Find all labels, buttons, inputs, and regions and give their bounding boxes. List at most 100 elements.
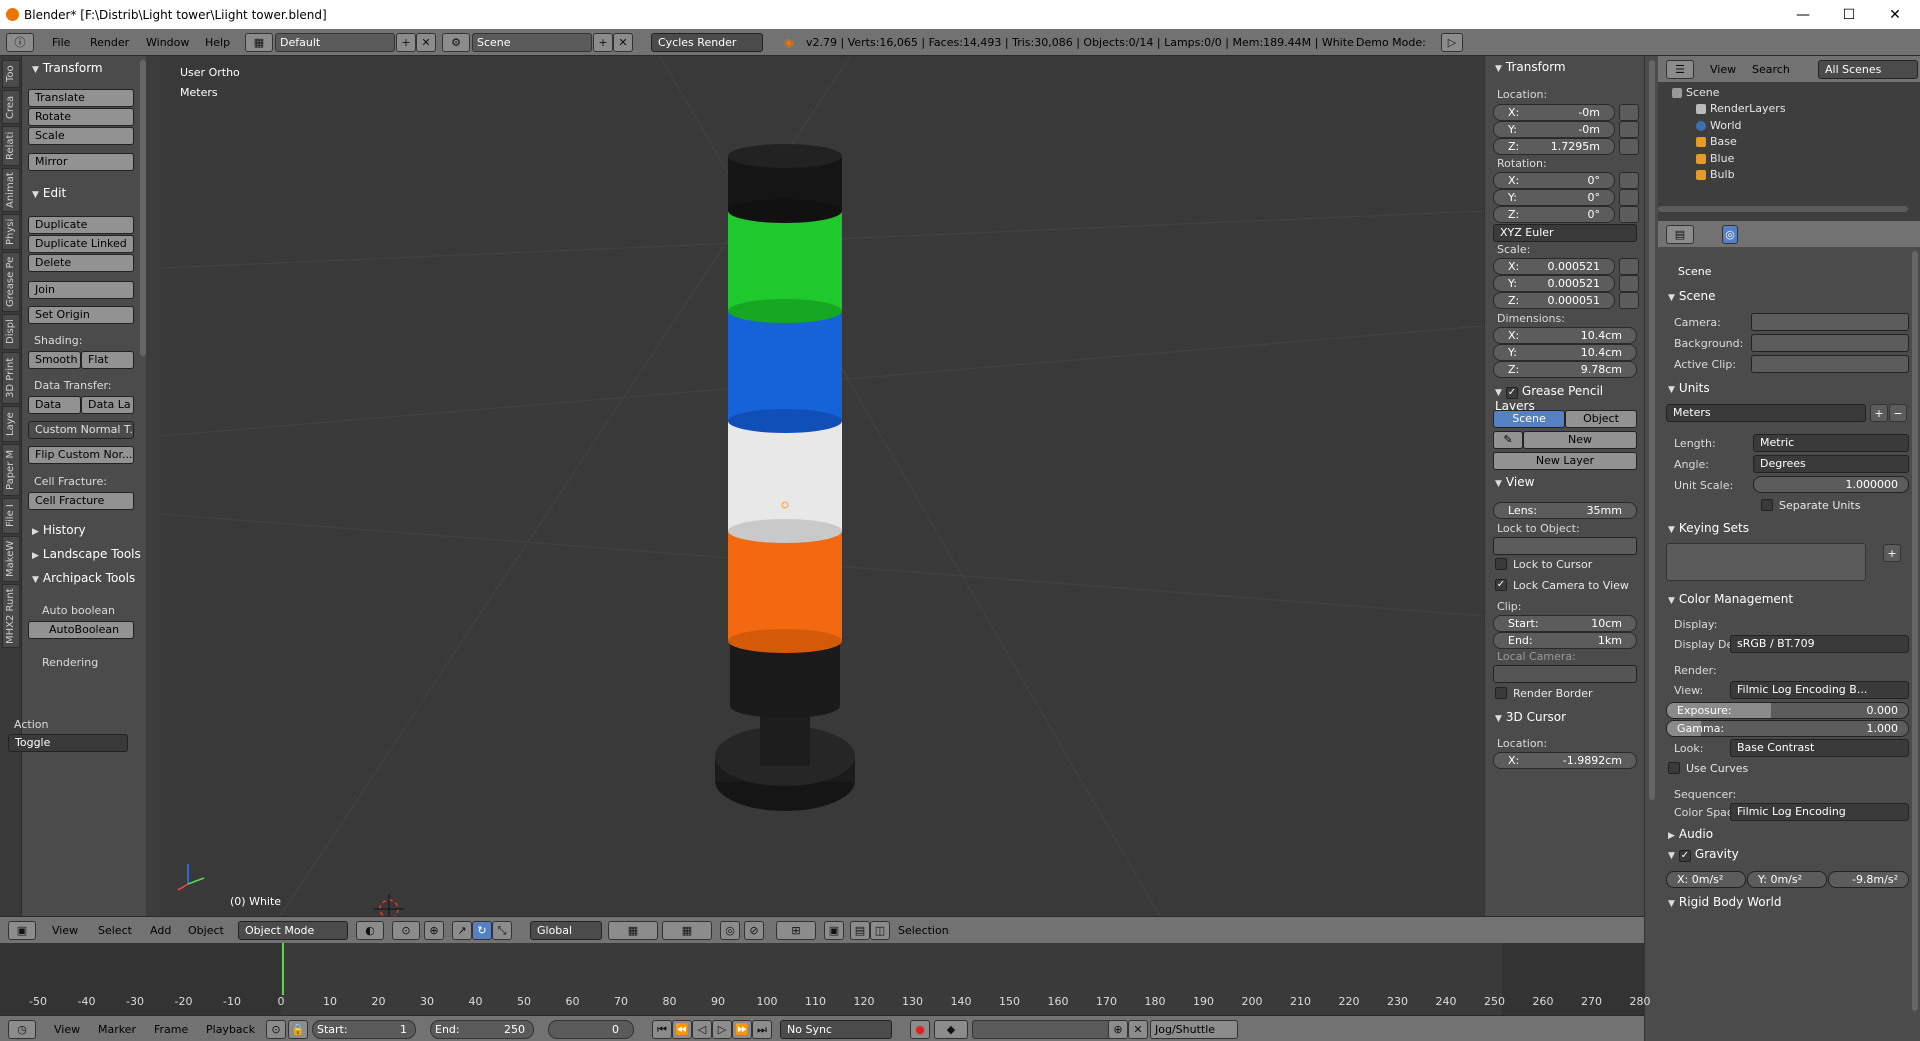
play-forward-icon[interactable]: ▷ xyxy=(712,1020,732,1039)
transform-panel-header[interactable]: ▼ Transform xyxy=(22,58,146,78)
gamma-slider[interactable]: Gamma: 1.000 xyxy=(1666,720,1909,737)
scene-name-field[interactable]: Scene xyxy=(472,33,592,52)
layout-grid-icon[interactable]: ▦ xyxy=(245,33,273,52)
lock-object-field[interactable] xyxy=(1493,537,1637,555)
snap-toggle-icon[interactable]: ⊘ xyxy=(744,921,764,940)
n-3d-cursor-header[interactable]: ▼ 3D Cursor xyxy=(1485,710,1645,724)
jog-shuttle-button[interactable]: Jog/Shuttle xyxy=(1150,1020,1238,1039)
view-transform-select[interactable]: Filmic Log Encoding B... xyxy=(1730,681,1909,699)
pivot-point-icon[interactable]: ⊙ xyxy=(392,921,420,940)
gravity-panel-header[interactable]: ▼ ✓ Gravity xyxy=(1668,847,1739,862)
angle-select[interactable]: Degrees xyxy=(1753,455,1909,473)
render-border-checkbox[interactable] xyxy=(1495,687,1507,699)
outliner-display-select[interactable]: All Scenes xyxy=(1818,60,1918,79)
proportional-edit-icon[interactable]: ◎ xyxy=(720,921,740,940)
tab-mhx2-runtime[interactable]: MHX2 Runt xyxy=(2,584,20,648)
scale-x-field[interactable]: X: 0.000521 xyxy=(1493,258,1615,275)
active-clip-field[interactable] xyxy=(1751,355,1909,373)
flip-custom-normals-button[interactable]: Flip Custom Nor... xyxy=(28,446,134,464)
current-frame-field[interactable]: 0 xyxy=(548,1020,634,1039)
camera-view-icon[interactable]: ◫ xyxy=(870,921,890,940)
record-icon[interactable]: ● xyxy=(910,1020,930,1039)
delete-button[interactable]: Delete xyxy=(28,254,134,272)
tab-display[interactable]: Displ xyxy=(2,314,20,350)
translate-button[interactable]: Translate xyxy=(28,89,134,107)
gp-scene-button[interactable]: Scene xyxy=(1493,410,1565,428)
view3d-menu-view[interactable]: View xyxy=(52,924,78,937)
outliner-row-bulb[interactable]: Bulb xyxy=(1658,167,1920,183)
rotation-x-field[interactable]: X: 0° xyxy=(1493,172,1615,189)
outliner-row-renderlayers[interactable]: RenderLayers xyxy=(1658,101,1920,117)
units-preset-select[interactable]: Meters xyxy=(1666,404,1866,422)
outliner-row-scene[interactable]: Scene xyxy=(1658,85,1920,101)
landscape-panel-header[interactable]: ▶ Landscape Tools xyxy=(22,544,146,564)
archipack-panel-header[interactable]: ▼ Archipack Tools xyxy=(22,568,146,588)
exposure-slider[interactable]: Exposure: 0.000 xyxy=(1666,702,1909,719)
location-y-field[interactable]: Y: -0m xyxy=(1493,121,1615,138)
rigid-body-world-header[interactable]: ▼ Rigid Body World xyxy=(1668,895,1781,909)
lock-rot-z-icon[interactable] xyxy=(1619,206,1639,223)
units-panel-header[interactable]: ▼ Units xyxy=(1668,381,1710,395)
layout-name-field[interactable]: Default xyxy=(275,33,395,52)
cell-fracture-button[interactable]: Cell Fracture xyxy=(28,492,134,510)
autoboolean-button[interactable]: AutoBoolean xyxy=(28,621,134,639)
view3d-menu-select[interactable]: Select xyxy=(98,924,132,937)
jump-end-icon[interactable]: ⏭ xyxy=(752,1020,772,1039)
start-frame-field[interactable]: Start: 1 xyxy=(312,1020,416,1039)
scale-button[interactable]: Scale xyxy=(28,127,134,145)
scene-panel-header[interactable]: ▼ Scene xyxy=(1668,289,1716,303)
gravity-z-field[interactable]: -9.8m/s² xyxy=(1828,871,1909,888)
render-engine-select[interactable]: Cycles Render xyxy=(651,33,763,52)
outliner-menu-view[interactable]: View xyxy=(1710,63,1736,76)
scene-context-icon[interactable]: ◎ xyxy=(1722,225,1738,244)
dimension-x-field[interactable]: X: 10.4cm xyxy=(1493,327,1637,344)
scene-icon[interactable]: ⚙ xyxy=(442,33,470,52)
gravity-x-field[interactable]: X: 0m/s² xyxy=(1666,871,1746,888)
lock-scl-z-icon[interactable] xyxy=(1619,292,1639,309)
length-select[interactable]: Metric xyxy=(1753,434,1909,452)
lock-rot-x-icon[interactable] xyxy=(1619,172,1639,189)
jump-keyframe-forward-icon[interactable]: ⏩ xyxy=(732,1020,752,1039)
outliner-h-scrollbar[interactable] xyxy=(1658,206,1908,212)
set-origin-button[interactable]: Set Origin xyxy=(28,306,134,324)
color-space-select[interactable]: Filmic Log Encoding xyxy=(1730,803,1909,821)
units-preset-add-button[interactable]: + xyxy=(1870,404,1888,422)
tab-paper-model[interactable]: Paper M xyxy=(2,444,20,496)
gravity-y-field[interactable]: Y: 0m/s² xyxy=(1747,871,1827,888)
custom-normal-button[interactable]: Custom Normal T... xyxy=(28,421,134,439)
rotate-button[interactable]: Rotate xyxy=(28,108,134,126)
lock-rot-y-icon[interactable] xyxy=(1619,189,1639,206)
minimize-button[interactable]: — xyxy=(1780,0,1826,29)
properties-scrollbar[interactable] xyxy=(1912,251,1918,1011)
editor-type-icon[interactable]: ⓘ xyxy=(6,33,34,52)
look-select[interactable]: Base Contrast xyxy=(1730,739,1909,757)
tab-animation[interactable]: Animat xyxy=(2,168,20,212)
maximize-button[interactable]: ☐ xyxy=(1826,0,1872,29)
end-frame-field[interactable]: End: 250 xyxy=(430,1020,534,1039)
edit-panel-header[interactable]: ▼ Edit xyxy=(22,183,146,203)
lens-field[interactable]: Lens: 35mm xyxy=(1493,502,1637,519)
tab-3d-print[interactable]: 3D Print xyxy=(2,352,20,404)
display-device-select[interactable]: sRGB / BT.709 xyxy=(1730,635,1909,653)
interaction-mode-select[interactable]: Object Mode xyxy=(238,921,348,940)
menu-help[interactable]: Help xyxy=(205,36,230,49)
remove-layout-button[interactable]: ✕ xyxy=(416,33,436,52)
rotation-y-field[interactable]: Y: 0° xyxy=(1493,189,1615,206)
keying-set-add-button[interactable]: + xyxy=(1883,544,1901,562)
light-tower[interactable] xyxy=(715,144,855,811)
history-panel-header[interactable]: ▶ History xyxy=(22,520,146,540)
smooth-button[interactable]: Smooth xyxy=(28,351,81,369)
unit-scale-field[interactable]: 1.000000 xyxy=(1753,476,1909,493)
close-button[interactable]: ✕ xyxy=(1872,0,1918,29)
tab-grease-pencil[interactable]: Grease Pe xyxy=(2,252,20,312)
properties-editor-icon[interactable]: ▤ xyxy=(1666,225,1694,244)
mirror-button[interactable]: Mirror xyxy=(28,153,134,171)
rotation-z-field[interactable]: Z: 0° xyxy=(1493,206,1615,223)
lock-loc-z-icon[interactable] xyxy=(1619,138,1639,155)
transform-orientation-select[interactable]: Global xyxy=(530,921,602,940)
n-view-header[interactable]: ▼ View xyxy=(1485,475,1645,489)
rotation-mode-select[interactable]: XYZ Euler xyxy=(1493,224,1637,242)
local-camera-field[interactable] xyxy=(1493,665,1637,683)
n-transform-header[interactable]: ▼ Transform xyxy=(1485,60,1645,74)
3d-viewport[interactable]: User Ortho Meters (0) White xyxy=(160,56,1484,916)
